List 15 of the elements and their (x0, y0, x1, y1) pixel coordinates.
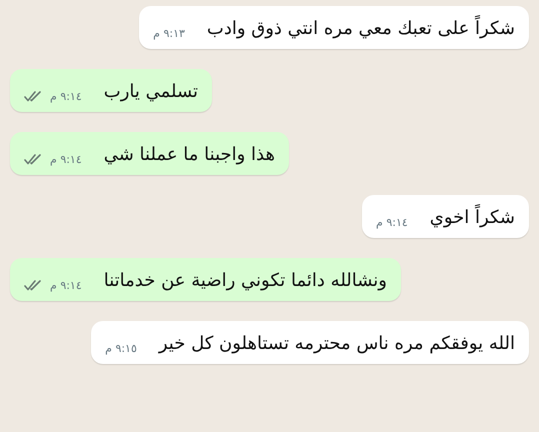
message-text: تسلمي يارب (104, 80, 198, 104)
message-time: ٩:١٣ م (153, 26, 185, 42)
message-time: ٩:١٤ م (376, 214, 408, 231)
message-text: شكراً اخوي (430, 204, 515, 231)
double-check-icon (24, 154, 42, 166)
message-time: ٩:١٤ م (50, 88, 82, 105)
message-text: ونشالله دائما تكوني راضية عن خدماتنا (104, 269, 388, 293)
message-time: ٩:١٥ م (105, 340, 137, 357)
message-text: شكراً على تعبك معي مره انتي ذوق وادب (206, 15, 515, 42)
message-time: ٩:١٤ م (50, 278, 82, 294)
message-time: ٩:١٤ م (50, 152, 82, 168)
message-text: هذا واجبنا ما عملنا شي (104, 143, 275, 167)
double-check-icon (24, 280, 42, 292)
double-check-icon (24, 91, 42, 102)
message-text: الله يوفقكم مره ناس محترمه تستاهلون كل خير (158, 332, 515, 356)
